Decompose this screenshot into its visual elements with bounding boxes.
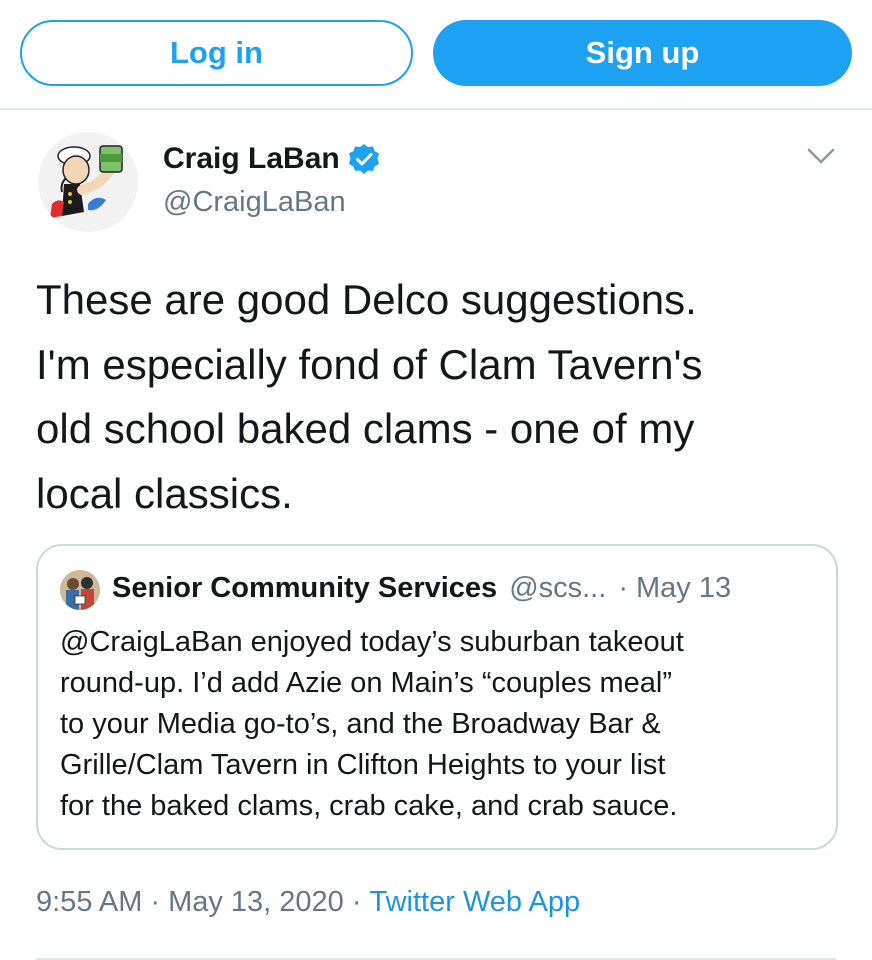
tweet-text-line: These are good Delco suggestions. [36, 276, 697, 323]
group-photo-avatar-icon [60, 570, 100, 610]
author-handle[interactable]: @CraigLaBan [163, 186, 346, 219]
footer-separator: · [150, 886, 161, 918]
quoted-text-line: for the baked clams, crab cake, and crab… [60, 790, 678, 822]
tweet-text: These are good Delco suggestions. I'm es… [36, 268, 836, 526]
tweet-text-line: local classics. [36, 469, 293, 517]
author-name-row[interactable]: Craig LaBan [163, 142, 380, 176]
popeye-avatar-icon [38, 132, 138, 232]
avatar[interactable] [38, 132, 138, 232]
tweet-footer: 9:55 AM · May 13, 2020 · Twitter Web App [36, 886, 580, 919]
verified-badge-icon [348, 144, 379, 174]
quoted-text-line: Grille/Clam Tavern in Clifton Heights to… [60, 749, 666, 781]
tweet-date[interactable]: May 13, 2020 [168, 886, 344, 918]
quoted-date: May 13 [635, 572, 732, 604]
chevron-down-icon[interactable] [806, 146, 836, 166]
top-bar: Log in Sign up [0, 0, 872, 110]
tweet-text-line: I'm especially fond of Clam Tavern's [36, 340, 703, 388]
quoted-header: Senior Community Services @scs... · May … [112, 572, 731, 605]
tweet-text-line: old school baked clams - one of my [36, 405, 695, 452]
quoted-separator: · [618, 572, 628, 604]
quoted-tweet-card[interactable]: Senior Community Services @scs... · May … [36, 544, 838, 850]
footer-separator: · [351, 886, 362, 918]
source-app-link[interactable]: Twitter Web App [369, 886, 580, 918]
quoted-text-line: @CraigLaBan enjoyed today’s suburban tak… [60, 626, 684, 658]
quoted-avatar [60, 570, 100, 610]
quoted-text-line: round-up. I’d add Azie on Main’s “couple… [60, 667, 673, 699]
quoted-handle[interactable]: @scs... [509, 572, 606, 605]
signup-button[interactable]: Sign up [433, 20, 852, 86]
quoted-text: @CraigLaBan enjoyed today’s suburban tak… [60, 622, 830, 827]
login-button[interactable]: Log in [20, 20, 413, 86]
tweet-time[interactable]: 9:55 AM [36, 886, 142, 918]
quoted-text-line: to your Media go-to’s, and the Broadway … [60, 708, 661, 740]
quoted-display-name[interactable]: Senior Community Services [112, 572, 497, 605]
author-display-name[interactable]: Craig LaBan [163, 142, 340, 176]
